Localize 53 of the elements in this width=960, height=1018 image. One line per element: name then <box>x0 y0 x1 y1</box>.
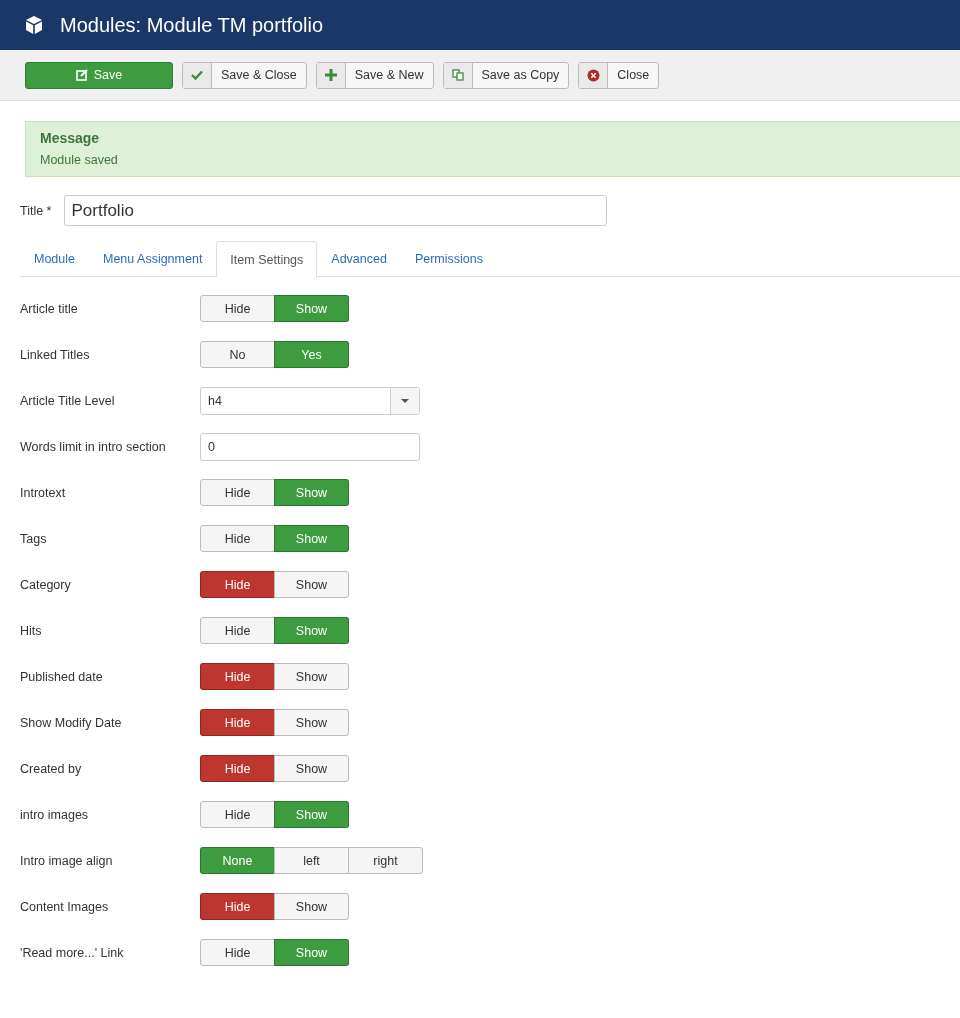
page-title: Modules: Module TM portfolio <box>60 13 324 37</box>
toggle-option[interactable]: Hide <box>200 571 275 598</box>
setting-label: Created by <box>20 761 83 776</box>
select-field[interactable]: h4 <box>200 386 420 415</box>
toggle-option[interactable]: Hide <box>200 479 275 506</box>
toolbar-button[interactable]: Save & Close <box>182 61 307 89</box>
toggle-option[interactable]: Show <box>274 663 349 690</box>
toggle-option[interactable]: Hide <box>200 525 275 552</box>
title-field[interactable]: Portfolio <box>63 195 607 226</box>
setting-label: intro images <box>20 807 90 822</box>
setting-label: Article Title Level <box>20 393 116 408</box>
setting-label: Published date <box>20 669 104 684</box>
toolbar-button[interactable]: Close <box>578 61 660 89</box>
message-heading: Message <box>40 130 101 146</box>
toggle-option[interactable]: left <box>274 847 349 874</box>
message-text: Module saved <box>40 153 119 167</box>
toggle-option[interactable]: Show <box>274 893 349 920</box>
setting-label: Linked Titles <box>20 347 91 362</box>
setting-label: Tags <box>20 531 48 546</box>
setting-label: Hits <box>20 623 43 638</box>
setting-label: Article title <box>20 301 79 316</box>
tab[interactable]: Item Settings <box>216 241 318 277</box>
toggle-option[interactable]: Hide <box>200 939 275 966</box>
toggle-option[interactable]: Show <box>274 755 349 782</box>
cube-icon <box>24 15 44 35</box>
toggle-option[interactable]: Hide <box>200 893 275 920</box>
edit-icon <box>75 69 88 81</box>
toggle-option[interactable]: Hide <box>200 801 275 828</box>
setting-label: Category <box>20 577 72 592</box>
plus-icon <box>324 69 337 81</box>
setting-label: Show Modify Date <box>20 715 123 730</box>
toggle-option[interactable]: Hide <box>200 617 275 644</box>
toggle-option[interactable]: Hide <box>200 663 275 690</box>
check-icon <box>191 70 203 80</box>
toggle-option[interactable]: Show <box>274 709 349 736</box>
setting-label: Introtext <box>20 485 67 500</box>
toolbar-button[interactable]: Save as Copy <box>442 61 570 89</box>
copy-icon <box>451 69 464 81</box>
field-label: Title * <box>20 203 52 218</box>
setting-label: Intro image align <box>20 853 114 868</box>
setting-label: Content Images <box>20 899 110 914</box>
toggle-option[interactable]: No <box>200 341 275 368</box>
toggle-option[interactable]: Hide <box>200 295 275 322</box>
setting-label: 'Read more...' Link <box>20 945 125 960</box>
input-field[interactable]: 0 <box>200 432 420 461</box>
toggle-option[interactable]: Hide <box>200 709 275 736</box>
toggle-option[interactable]: Hide <box>200 755 275 782</box>
setting-label: Words limit in intro section <box>20 439 167 454</box>
toolbar-button[interactable]: Save & New <box>315 61 434 89</box>
toggle-option[interactable]: right <box>348 847 423 874</box>
close-icon <box>586 68 600 82</box>
caret-icon <box>401 398 409 403</box>
toggle-option[interactable]: Show <box>274 571 349 598</box>
